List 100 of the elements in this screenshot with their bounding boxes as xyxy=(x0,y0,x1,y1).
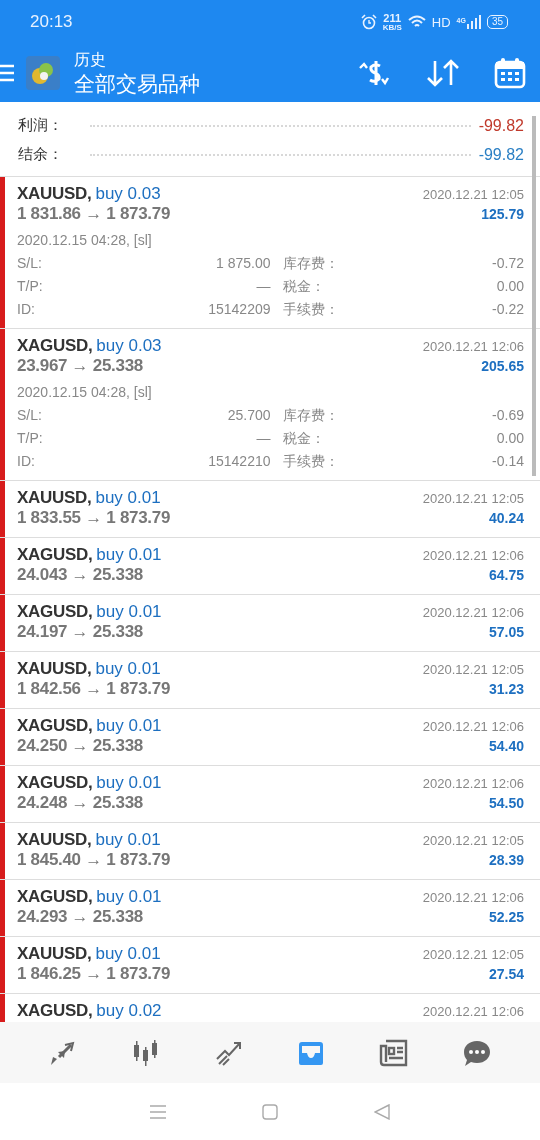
trade-row[interactable]: XAUUSD, buy 0.01 2020.12.21 12:05 1 845.40 → 1 873.79 28.39 xyxy=(0,823,540,880)
trade-prices: 24.293 → 25.338 xyxy=(17,907,143,927)
detail-value: 15142209 xyxy=(207,301,271,319)
trade-row[interactable]: XAGUSD, buy 0.01 2020.12.21 12:06 24.293 → 25.338 52.25 xyxy=(0,880,540,937)
trade-row[interactable]: XAGUSD, buy 0.01 2020.12.21 12:06 24.248 → 25.338 54.50 xyxy=(0,766,540,823)
open-time: 2020.12.15 04:28, [sl] xyxy=(17,232,153,248)
trade-profit: 205.65 xyxy=(481,358,524,374)
detail-value: 0.00 xyxy=(495,278,524,296)
detail-label: 税金： xyxy=(281,430,326,448)
trade-profit: 40.24 xyxy=(488,510,524,526)
sort-icon[interactable] xyxy=(426,58,460,88)
detail-label: ID: xyxy=(17,453,36,471)
speed-unit: KB/S xyxy=(382,23,402,32)
back-icon[interactable] xyxy=(374,1103,390,1120)
detail-value: 25.700 xyxy=(226,407,271,425)
detail-label: S/L: xyxy=(17,407,43,425)
trade-profit: 57.05 xyxy=(488,624,524,640)
trade-row[interactable]: XAUUSD, buy 0.01 2020.12.21 12:05 1 842.56 → 1 873.79 31.23 xyxy=(0,652,540,709)
trade-prices: 1 833.55 → 1 873.79 xyxy=(17,508,171,528)
trade-row[interactable]: XAUUSD, buy 0.01 2020.12.21 12:05 1 833.55 → 1 873.79 40.24 xyxy=(0,481,540,538)
trade-symbol: XAGUSD, xyxy=(17,773,93,792)
close-time: 2020.12.21 12:05 xyxy=(422,662,524,677)
trade-profit: 52.25 xyxy=(488,909,524,925)
summary-label: 结余： xyxy=(18,145,64,164)
detail-label: 手续费： xyxy=(281,301,340,319)
close-time: 2020.12.21 12:05 xyxy=(422,947,524,962)
calendar-icon[interactable] xyxy=(494,57,526,89)
trade-symbol: XAGUSD, xyxy=(17,1001,93,1020)
trade-action: buy 0.01 xyxy=(96,716,162,735)
detail-label: 税金： xyxy=(281,278,326,296)
trade-prices: 1 831.86 → 1 873.79 xyxy=(17,204,171,224)
network-speed: 211 xyxy=(383,12,402,24)
detail-value: — xyxy=(255,430,271,448)
trade-row[interactable]: XAUUSD, buy 0.01 2020.12.21 12:05 1 846.25 → 1 873.79 27.54 xyxy=(0,937,540,994)
trade-action: buy 0.01 xyxy=(96,773,162,792)
trade-action: buy 0.01 xyxy=(95,659,161,678)
trade-symbol: XAGUSD, xyxy=(17,887,93,906)
trade-prices: 24.197 → 25.338 xyxy=(17,622,143,642)
trade-row[interactable]: XAGUSD, buy 0.03 2020.12.21 12:06 23.967 → 25.338 205.65 2020.12.15 04:28, [sl] S/L: 25.700 库存费： -0.69 T/P: — 税金： 0.00 ID: 15142210 手续费： -0.14 xyxy=(0,329,540,481)
detail-label: 库存费： xyxy=(281,407,340,425)
trade-symbol: XAGUSD, xyxy=(17,545,93,564)
close-time: 2020.12.21 12:06 xyxy=(422,776,524,791)
signal-icon xyxy=(466,15,481,29)
detail-value: 0.00 xyxy=(495,430,524,448)
close-time: 2020.12.21 12:06 xyxy=(422,890,524,905)
trade-symbol: XAUUSD, xyxy=(17,659,92,678)
app-logo-icon xyxy=(26,56,60,90)
hd-label: HD xyxy=(431,14,451,30)
detail-value: — xyxy=(255,278,271,296)
dollar-exchange-icon[interactable] xyxy=(358,58,392,88)
alarm-icon xyxy=(360,14,377,30)
trade-symbol: XAGUSD, xyxy=(17,602,93,621)
menu-icon[interactable] xyxy=(150,1104,166,1119)
summary-value: -99.82 xyxy=(478,116,524,135)
trade-profit: 54.50 xyxy=(488,795,524,811)
trade-row[interactable]: XAUUSD, buy 0.03 2020.12.21 12:05 1 831.86 → 1 873.79 125.79 2020.12.15 04:28, [sl] S/L: 1 875.00 库存费： -0.72 T/P: — 税金： 0.00 ID: 15142209 手续费： -0.22 xyxy=(0,177,540,329)
trade-profit: 54.40 xyxy=(488,738,524,754)
symbol-filter[interactable]: 全部交易品种 xyxy=(74,70,200,97)
trade-action: buy 0.01 xyxy=(96,602,162,621)
detail-value: -0.14 xyxy=(491,453,524,471)
trade-prices: 1 842.56 → 1 873.79 xyxy=(17,679,171,699)
trade-prices: 24.250 → 25.338 xyxy=(17,736,143,756)
trade-row[interactable]: XAGUSD, buy 0.01 2020.12.21 12:06 24.043 → 25.338 64.75 xyxy=(0,538,540,595)
trade-action: buy 0.03 xyxy=(96,336,162,355)
detail-label: S/L: xyxy=(17,255,43,273)
close-time: 2020.12.21 12:06 xyxy=(422,339,524,354)
open-time: 2020.12.15 04:28, [sl] xyxy=(17,384,153,400)
detail-value: -0.69 xyxy=(491,407,524,425)
trade-row[interactable]: XAGUSD, buy 0.01 2020.12.21 12:06 24.250 → 25.338 54.40 xyxy=(0,709,540,766)
trade-action: buy 0.01 xyxy=(96,545,162,564)
close-time: 2020.12.21 12:06 xyxy=(422,1004,524,1019)
wifi-icon xyxy=(407,15,426,29)
trade-profit: 125.79 xyxy=(481,206,524,222)
close-time: 2020.12.21 12:06 xyxy=(422,548,524,563)
screen-title: 历史 xyxy=(74,49,107,70)
detail-label: 手续费： xyxy=(281,453,340,471)
trade-profit: 28.39 xyxy=(488,852,524,868)
trade-action: buy 0.01 xyxy=(95,488,161,507)
trade-action: buy 0.01 xyxy=(95,830,161,849)
trade-prices: 1 845.40 → 1 873.79 xyxy=(17,850,171,870)
trade-symbol: XAUUSD, xyxy=(17,184,92,203)
clock-time: 20:13 xyxy=(30,12,73,32)
detail-value: 15142210 xyxy=(207,453,271,471)
trade-prices: 24.248 → 25.338 xyxy=(17,793,143,813)
trade-profit: 27.54 xyxy=(488,966,524,982)
detail-value: 1 875.00 xyxy=(215,255,271,273)
trade-action: buy 0.01 xyxy=(96,887,162,906)
close-time: 2020.12.21 12:06 xyxy=(422,719,524,734)
trade-prices: 24.043 → 25.338 xyxy=(17,565,143,585)
battery-level: 35 xyxy=(486,15,508,29)
detail-label: T/P: xyxy=(17,430,44,448)
close-time: 2020.12.21 12:06 xyxy=(422,605,524,620)
trade-symbol: XAUUSD, xyxy=(17,830,92,849)
trade-symbol: XAUUSD, xyxy=(17,488,92,507)
detail-label: T/P: xyxy=(17,278,44,296)
trade-prices: 1 846.25 → 1 873.79 xyxy=(17,964,171,984)
trade-row[interactable]: XAGUSD, buy 0.01 2020.12.21 12:06 24.197 → 25.338 57.05 xyxy=(0,595,540,652)
trade-symbol: XAUUSD, xyxy=(17,944,92,963)
home-icon[interactable] xyxy=(262,1103,278,1120)
summary-label: 利润： xyxy=(18,116,64,135)
